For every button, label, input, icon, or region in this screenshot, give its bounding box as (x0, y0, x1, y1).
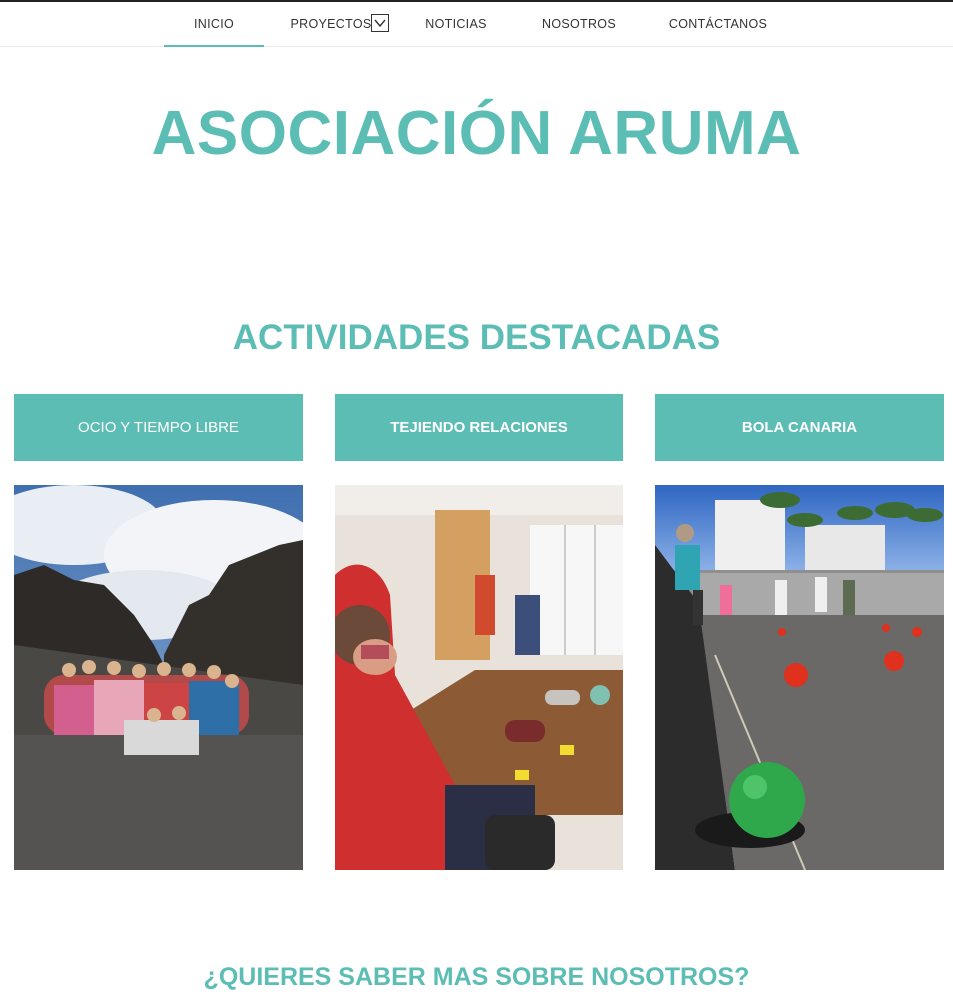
chevron-down-icon[interactable] (371, 14, 389, 32)
about-heading: ¿QUIERES SABER MAS SOBRE NOSOTROS? (203, 963, 750, 991)
nav-item-contactanos[interactable]: CONTÁCTANOS (664, 2, 772, 46)
photo-tejiendo[interactable] (335, 485, 623, 870)
nav-item-proyectos[interactable]: PROYECTOS (290, 2, 372, 46)
activity-button-ocio[interactable]: OCIO Y TIEMPO LIBRE (14, 394, 303, 461)
photo-ocio[interactable] (14, 485, 303, 870)
nav-item-noticias[interactable]: NOTICIAS (418, 2, 494, 46)
nav-item-inicio[interactable]: INICIO (164, 2, 264, 47)
activity-button-bola[interactable]: BOLA CANARIA (655, 394, 944, 461)
activities-heading: ACTIVIDADES DESTACADAS (232, 318, 721, 357)
page-title: ASOCIACIÓN ARUMA (151, 99, 802, 168)
activity-button-tejiendo[interactable]: TEJIENDO RELACIONES (335, 394, 623, 461)
nav-item-nosotros[interactable]: NOSOTROS (536, 2, 622, 46)
main-nav: INICIO PROYECTOS NOTICIAS NOSOTROS CONTÁ… (0, 2, 953, 47)
photo-bola[interactable] (655, 485, 944, 870)
